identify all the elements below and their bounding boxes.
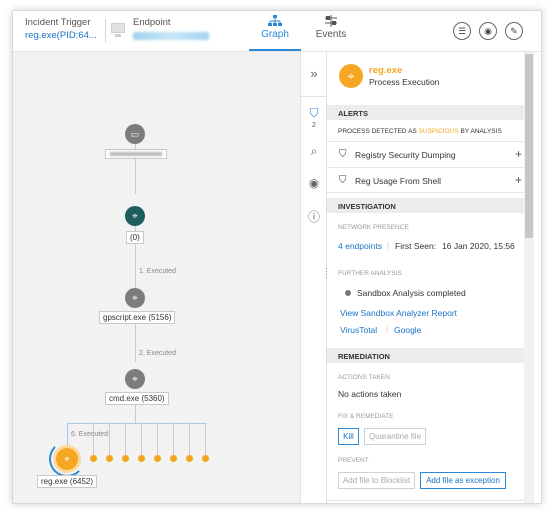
shield-alert-icon: ⛉ [339, 149, 347, 160]
graph-icon [268, 15, 282, 26]
endpoint-monitor-stand-icon [115, 34, 121, 37]
tab-graph[interactable]: Graph [247, 15, 303, 40]
sandbox-report-link[interactable]: View Sandbox Analyzer Report [340, 308, 457, 318]
edge-label: 2. Executed [139, 350, 176, 357]
graph-edge [67, 423, 207, 424]
investigation-icon[interactable]: ⌕ [304, 144, 324, 159]
monitor-icon: ▭ [130, 128, 140, 139]
details-panel: ⌖ reg.exe Process Execution ALERTS PROCE… [327, 52, 524, 503]
google-link[interactable]: Google [394, 325, 421, 335]
edge-label: 1. Executed [139, 268, 176, 275]
endpoint-label: Endpoint [133, 17, 171, 28]
remediation-section-header: REMEDIATION [327, 348, 524, 363]
add-exception-button[interactable]: Add file as exception [420, 472, 506, 489]
process-icon: ⌖ [339, 64, 363, 88]
shield-alert-icon: ⛉ [339, 175, 347, 186]
child-process-node[interactable] [154, 455, 161, 462]
panel-scrollbar[interactable] [524, 52, 534, 503]
cmd-label: cmd.exe (5360) [105, 392, 169, 405]
first-seen-value: 16 Jan 2020, 15:56 [442, 241, 515, 251]
kill-button[interactable]: Kill [338, 428, 359, 445]
child-process-node[interactable] [122, 455, 129, 462]
eye-icon: ◉ [484, 25, 492, 36]
process-icon: ⌖ [132, 292, 138, 304]
expand-plus-icon[interactable]: + [515, 147, 522, 161]
edit-button[interactable]: ✎ [505, 22, 523, 40]
child-process-node[interactable] [90, 455, 97, 462]
process-icon: ⌖ [64, 453, 70, 465]
double-chevron-right-icon[interactable]: » [304, 66, 324, 81]
alert-row-registry-dumping[interactable]: ⛉ Registry Security Dumping + [327, 141, 524, 167]
add-to-blocklist-button[interactable]: Add file to Blocklist [338, 472, 415, 489]
reg-exe-label: reg.exe (6452) [37, 475, 98, 488]
virustotal-link[interactable]: VirusTotal [340, 325, 377, 335]
child-process-node[interactable] [138, 455, 145, 462]
link-separator: | [386, 325, 389, 334]
tab-events-label: Events [315, 29, 347, 40]
eye-icon[interactable]: ◉ [304, 176, 324, 190]
further-analysis-label: FURTHER ANALYSIS [338, 270, 402, 277]
tab-graph-label: Graph [261, 29, 289, 40]
link-separator: | [387, 241, 390, 250]
incident-trigger-link[interactable]: reg.exe(PID:64... [25, 30, 97, 41]
process-graph-canvas[interactable]: ▭ ⌖ (0) 1. Executed ⌖ gpscript.exe (5156… [13, 52, 300, 503]
suspicious-highlight: SUSPICIOUS [418, 128, 459, 135]
endpoint-node[interactable]: ▭ [125, 124, 145, 144]
quarantine-file-button[interactable]: Quarantine file [364, 428, 426, 445]
details-icon-rail: » ⛉ 2 ⌕ ◉ ⓘ [300, 52, 327, 503]
edge-label: 6. Executed [71, 431, 108, 438]
gpscript-label: gpscript.exe (5156) [99, 311, 176, 324]
process-icon: ⌖ [132, 373, 138, 385]
alerts-description: PROCESS DETECTED AS SUSPICIOUS BY ANALYS… [338, 128, 502, 135]
tab-events[interactable]: Events [303, 15, 359, 40]
info-icon[interactable]: ⓘ [304, 208, 324, 225]
endpoint-monitor-icon [111, 23, 125, 33]
alert-label: Reg Usage From Shell [355, 176, 441, 186]
cmd-node[interactable]: ⌖ [125, 369, 145, 389]
investigation-section-header: INVESTIGATION [327, 198, 524, 213]
process-header: ⌖ reg.exe Process Execution [327, 52, 524, 105]
fix-remediate-label: FIX & REMEDIATE [338, 413, 394, 420]
root-process-label: (0) [126, 231, 144, 244]
alerts-section-header: ALERTS [327, 105, 524, 120]
active-tab-indicator [249, 49, 301, 51]
process-subtitle: Process Execution [369, 77, 440, 87]
child-process-node[interactable] [170, 455, 177, 462]
list-icon: ☰ [457, 25, 467, 36]
actions-taken-label: ACTIONS TAKEN [338, 374, 390, 381]
alerts-count-badge: 2 [312, 122, 316, 129]
child-process-node[interactable] [186, 455, 193, 462]
panel-bottom-divider [327, 500, 524, 501]
endpoint-name-redacted[interactable] [133, 32, 209, 40]
endpoint-node-label-redacted [105, 149, 167, 159]
top-bar: Incident Trigger reg.exe(PID:64... Endpo… [13, 11, 541, 52]
shield-alerts-icon[interactable]: ⛉ [304, 106, 324, 121]
network-presence-label: NETWORK PRESENCE [338, 224, 409, 231]
actions-taken-value: No actions taken [338, 389, 402, 399]
view-button[interactable]: ◉ [479, 22, 497, 40]
process-name: reg.exe [369, 65, 403, 76]
root-process-node[interactable]: ⌖ [125, 206, 145, 226]
scrollbar-thumb[interactable] [525, 54, 533, 238]
incident-trigger-label: Incident Trigger [25, 17, 91, 28]
alert-label: Registry Security Dumping [355, 150, 456, 160]
endpoints-link[interactable]: 4 endpoints [338, 241, 382, 251]
child-process-node[interactable] [106, 455, 113, 462]
rail-separator [301, 96, 327, 97]
first-seen-label: First Seen: [395, 241, 437, 251]
prevent-label: PREVENT [338, 457, 369, 464]
incident-window: Incident Trigger reg.exe(PID:64... Endpo… [12, 10, 542, 504]
events-icon [325, 15, 337, 27]
child-process-node[interactable] [202, 455, 209, 462]
topbar-divider [105, 19, 106, 43]
reg-exe-node[interactable]: ⌖ [56, 448, 78, 470]
list-button[interactable]: ☰ [453, 22, 471, 40]
edit-icon: ✎ [510, 25, 518, 36]
expand-plus-icon[interactable]: + [515, 173, 522, 187]
status-dot-icon [345, 290, 351, 296]
alert-row-reg-usage[interactable]: ⛉ Reg Usage From Shell + [327, 167, 524, 193]
sandbox-status: Sandbox Analysis completed [357, 288, 466, 298]
gpscript-node[interactable]: ⌖ [125, 288, 145, 308]
process-icon: ⌖ [132, 210, 138, 222]
